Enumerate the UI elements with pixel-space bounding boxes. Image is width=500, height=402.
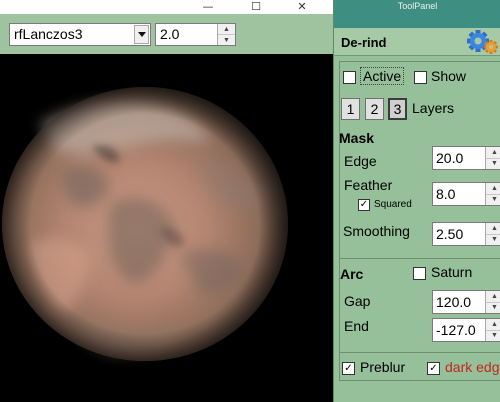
panel-heading: De-rind xyxy=(341,35,387,50)
layer-button-2[interactable]: 2 xyxy=(365,98,384,120)
image-viewport[interactable] xyxy=(0,54,333,402)
edge-stepper[interactable]: 20.0 ▲ ▼ xyxy=(432,146,500,170)
spin-up-down-icon[interactable]: ▲ ▼ xyxy=(485,291,500,313)
preblur-label: Preblur xyxy=(360,359,406,375)
layer-button-3[interactable]: 3 xyxy=(388,98,407,120)
gap-value: 120.0 xyxy=(436,294,472,310)
saturn-checkbox[interactable] xyxy=(413,267,426,280)
mask-heading: Mask xyxy=(339,130,375,146)
planet-image xyxy=(2,87,288,361)
end-stepper[interactable]: -127.0 ▲ ▼ xyxy=(432,318,500,342)
squared-checkbox[interactable]: ✓ xyxy=(358,199,370,211)
gap-label: Gap xyxy=(344,293,371,309)
end-value: -127.0 xyxy=(436,322,476,338)
scale-stepper[interactable]: 2.0 ▲ ▼ xyxy=(155,23,236,46)
minimize-button[interactable]: — xyxy=(198,0,218,14)
scale-value: 2.0 xyxy=(160,26,180,42)
smoothing-label: Smoothing xyxy=(343,223,410,239)
spin-down-button[interactable]: ▼ xyxy=(218,34,235,45)
layers-label: Layers xyxy=(412,100,455,116)
chevron-down-icon[interactable] xyxy=(134,25,149,44)
preblur-checkbox[interactable]: ✓ xyxy=(342,362,355,375)
spin-up-down-icon[interactable]: ▲ ▼ xyxy=(485,183,500,205)
end-label: End xyxy=(344,318,369,334)
tool-panel-titlebar[interactable]: ToolPanel xyxy=(334,0,500,28)
gap-stepper[interactable]: 120.0 ▲ ▼ xyxy=(432,290,500,314)
spin-up-down-icon[interactable]: ▲ ▼ xyxy=(485,147,500,169)
image-toolbar: rfLanczos3 2.0 ▲ ▼ xyxy=(0,14,333,54)
gear-icon[interactable] xyxy=(465,29,499,55)
spin-up-button[interactable]: ▲ xyxy=(218,24,235,34)
section-divider xyxy=(339,352,500,353)
image-window-titlebar: — ☐ ✕ xyxy=(0,0,333,14)
feather-label: Feather xyxy=(344,177,393,193)
section-divider xyxy=(339,258,500,259)
spin-up-down-icon[interactable]: ▲ ▼ xyxy=(485,223,500,245)
resample-filter-value: rfLanczos3 xyxy=(14,26,83,42)
arc-heading: Arc xyxy=(340,266,364,282)
saturn-label: Saturn xyxy=(431,264,473,280)
active-label: Active xyxy=(360,67,405,85)
close-button[interactable]: ✕ xyxy=(292,0,312,14)
edge-label: Edge xyxy=(344,153,377,169)
image-window: — ☐ ✕ rfLanczos3 2.0 ▲ ▼ xyxy=(0,0,333,402)
smoothing-stepper[interactable]: 2.50 ▲ ▼ xyxy=(432,222,500,246)
active-checkbox[interactable] xyxy=(343,71,356,84)
spin-up-down-icon[interactable]: ▲ ▼ xyxy=(217,24,235,45)
feather-value: 8.0 xyxy=(436,186,456,202)
resample-filter-select[interactable]: rfLanczos3 xyxy=(9,23,151,46)
spin-up-down-icon[interactable]: ▲ ▼ xyxy=(485,319,500,341)
show-label: Show xyxy=(431,68,467,84)
dark-edge-checkbox[interactable]: ✓ xyxy=(427,362,440,375)
layer-button-1[interactable]: 1 xyxy=(341,98,360,120)
squared-label: Squared xyxy=(374,199,412,210)
feather-stepper[interactable]: 8.0 ▲ ▼ xyxy=(432,182,500,206)
dark-edge-label: dark edg xyxy=(445,359,500,375)
show-checkbox[interactable] xyxy=(414,71,427,84)
smoothing-value: 2.50 xyxy=(436,226,464,242)
maximize-button[interactable]: ☐ xyxy=(246,0,266,14)
edge-value: 20.0 xyxy=(436,150,464,166)
